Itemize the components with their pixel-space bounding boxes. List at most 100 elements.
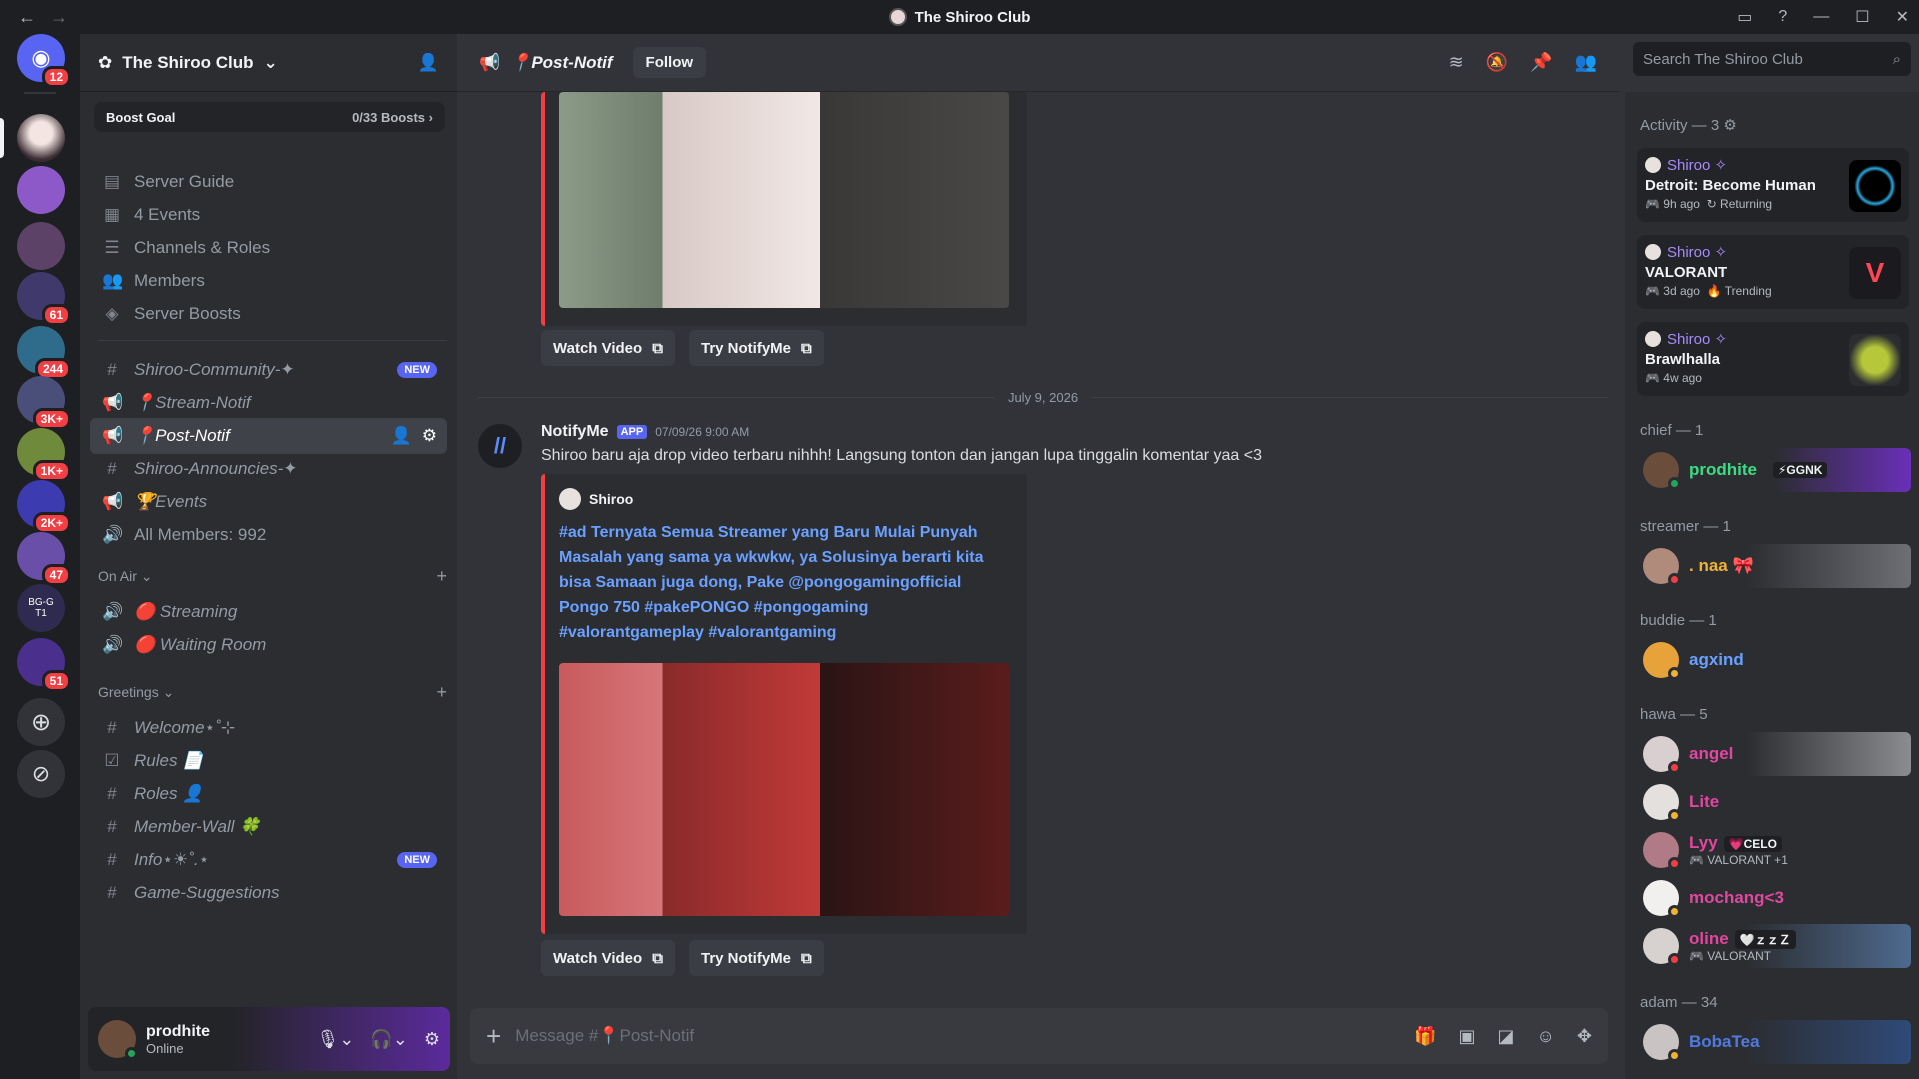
back-arrow-icon[interactable]: ← [18, 7, 36, 28]
channel-game-suggestions[interactable]: # Game-Suggestions [90, 875, 447, 911]
nav-server-guide[interactable]: ▤ Server Guide [90, 164, 447, 200]
member-item[interactable]: angel [1637, 732, 1911, 776]
threads-icon[interactable]: ≋ [1449, 52, 1464, 73]
embed-author[interactable]: Shiroo [559, 488, 633, 510]
headphones-icon[interactable]: 🎧⌄ [370, 1029, 408, 1050]
external-link-icon: ⧉ [652, 339, 663, 357]
home-button[interactable]: ◉ 12 [17, 34, 71, 88]
member-list-icon[interactable]: 👥 [1575, 52, 1597, 73]
nav-server-boosts[interactable]: ◈ Server Boosts [90, 296, 447, 332]
server-icon[interactable] [17, 166, 65, 214]
member-item[interactable]: BobaTea [1637, 1020, 1911, 1064]
follow-button[interactable]: Follow [632, 47, 707, 78]
nav-events[interactable]: ▦ 4 Events [90, 197, 447, 233]
invite-icon[interactable]: 👤 [391, 426, 412, 446]
member-item[interactable]: . naa 🎀 [1637, 544, 1911, 588]
pin-icon[interactable]: 📌 [1530, 52, 1552, 73]
microphone-icon[interactable]: 🎙⌄ [316, 1029, 354, 1050]
maximize-icon[interactable]: ☐ [1855, 7, 1869, 27]
calendar-icon: ▦ [103, 205, 121, 224]
help-icon[interactable]: ? [1778, 8, 1787, 26]
server-folder[interactable]: 51 [17, 638, 71, 692]
avatar[interactable] [98, 1020, 138, 1060]
server-folder[interactable]: 2K+ [17, 480, 71, 534]
server-folder[interactable]: 61 [17, 272, 71, 326]
member-item[interactable]: agxind [1637, 638, 1911, 682]
channel-streaming[interactable]: 🔊 🔴 Streaming [90, 594, 447, 630]
message-input[interactable]: Message #📍Post-Notif [515, 1026, 694, 1046]
emoji-icon[interactable]: ☺ [1537, 1026, 1555, 1047]
add-channel-icon[interactable]: + [436, 566, 447, 587]
activity-card[interactable]: Shiroo ✧ VALORANT 🎮 3d ago 🔥 Trending V [1637, 235, 1909, 309]
minimize-icon[interactable]: — [1813, 8, 1829, 26]
notification-bell-muted-icon[interactable]: 🔕 [1486, 52, 1508, 73]
activity-card[interactable]: Shiroo ✧ Detroit: Become Human 🎮 9h ago … [1637, 148, 1909, 222]
server-header[interactable]: ✿ The Shiroo Club ⌄ 👤 [80, 34, 457, 92]
video-thumbnail[interactable] [559, 92, 1009, 308]
hashtag-icon: # [107, 459, 117, 478]
gif-icon[interactable]: ▣ [1458, 1026, 1475, 1047]
try-notifyme-button[interactable]: Try NotifyMe ⧉ [689, 940, 824, 976]
gift-icon[interactable]: 🎁 [1414, 1026, 1436, 1047]
embed-title-link[interactable]: #ad Ternyata Semua Streamer yang Baru Mu… [559, 520, 1011, 645]
member-item[interactable]: oline 🤍ｚｚＺ 🎮 VALORANT [1637, 924, 1911, 968]
channel-post-notif[interactable]: 📢 📍Post-Notif 👤 ⚙ [90, 418, 447, 454]
channel-member-wall[interactable]: # Member-Wall 🍀 [90, 809, 447, 845]
channel-sidebar: ✿ The Shiroo Club ⌄ 👤 Boost Goal 0/33 Bo… [80, 34, 457, 1079]
member-item[interactable]: mochang<3 [1637, 876, 1911, 920]
server-shiroo-club[interactable] [17, 114, 65, 162]
external-link-icon: ⧉ [801, 949, 812, 967]
server-folder[interactable]: BG-G T1 [17, 584, 65, 632]
channel-events[interactable]: 📢 🏆Events [90, 484, 447, 520]
gear-icon[interactable]: ⚙ [1723, 117, 1736, 134]
try-notifyme-button[interactable]: Try NotifyMe ⧉ [689, 330, 824, 366]
channel-roles[interactable]: # Roles 👤 [90, 776, 447, 812]
attach-plus-icon[interactable]: + [486, 1021, 501, 1052]
watch-video-button[interactable]: Watch Video ⧉ [541, 940, 675, 976]
channel-shiroo-community[interactable]: # Shiroo-Community-✦ NEW [90, 352, 447, 388]
server-icon[interactable] [17, 222, 65, 270]
server-folder[interactable]: 244 [17, 326, 71, 380]
channel-stream-notif[interactable]: 📢 📍Stream-Notif [90, 385, 447, 421]
video-thumbnail[interactable] [559, 663, 1009, 916]
channel-rules[interactable]: ☑ Rules 📄 [90, 743, 447, 779]
discover-button[interactable]: ⊘ [17, 750, 65, 798]
message-author[interactable]: NotifyMe [541, 423, 609, 441]
sticker-icon[interactable]: ◪ [1498, 1026, 1515, 1047]
server-folder[interactable]: 3K+ [17, 376, 71, 430]
inbox-icon[interactable]: ▭ [1737, 7, 1752, 27]
hashtag-icon: # [107, 883, 117, 902]
title-bar: ← → The Shiroo Club ▭ ? — ☐ ✕ [0, 0, 1919, 34]
invite-icon[interactable]: 👤 [418, 53, 439, 73]
close-icon[interactable]: ✕ [1896, 7, 1909, 27]
hashtag-icon: # [107, 817, 117, 836]
server-folder[interactable]: 1K+ [17, 428, 71, 482]
search-input[interactable]: Search The Shiroo Club ⌕ [1633, 42, 1911, 76]
nav-members[interactable]: 👥 Members [90, 263, 447, 299]
apps-icon[interactable]: ✥ [1577, 1026, 1592, 1047]
date-separator: July 9, 2026 [478, 390, 1609, 405]
megaphone-icon: 📢 [102, 492, 124, 511]
watch-video-button[interactable]: Watch Video ⧉ [541, 330, 675, 366]
member-item[interactable]: Lite [1637, 780, 1911, 824]
channel-header: 📢 📍Post-Notif Follow ≋ 🔕 📌 👥 [457, 34, 1619, 92]
category-on-air[interactable]: On Air ⌄ + [98, 566, 447, 587]
nav-channels-roles[interactable]: ☰ Channels & Roles [90, 230, 447, 266]
boost-goal[interactable]: Boost Goal 0/33 Boosts › [94, 102, 445, 132]
forward-arrow-icon[interactable]: → [50, 7, 68, 28]
channel-info[interactable]: # Info⋆☀︎˚.⋆ NEW [90, 842, 447, 878]
channel-all-members[interactable]: 🔊 All Members: 992 [90, 517, 447, 553]
gear-icon[interactable]: ⚙ [424, 1029, 440, 1050]
notifyme-avatar[interactable]: // [478, 424, 522, 468]
member-item[interactable]: Lyy 💗CELO 🎮 VALORANT +1 [1637, 828, 1911, 872]
add-server-button[interactable]: ⊕ [17, 698, 65, 746]
channel-waiting-room[interactable]: 🔊 🔴 Waiting Room [90, 627, 447, 663]
channel-welcome[interactable]: # Welcome⋆˚⊹ [90, 710, 447, 746]
category-greetings[interactable]: Greetings ⌄ + [98, 682, 447, 703]
gear-icon[interactable]: ⚙ [422, 426, 437, 446]
channel-shiroo-announcies[interactable]: # Shiroo-Announcies-✦ [90, 451, 447, 487]
activity-card[interactable]: Shiroo ✧ Brawlhalla 🎮 4w ago [1637, 322, 1909, 396]
server-folder[interactable]: 47 [17, 532, 71, 586]
member-item[interactable]: prodhite ⚡GGNK [1637, 448, 1911, 492]
add-channel-icon[interactable]: + [436, 682, 447, 703]
